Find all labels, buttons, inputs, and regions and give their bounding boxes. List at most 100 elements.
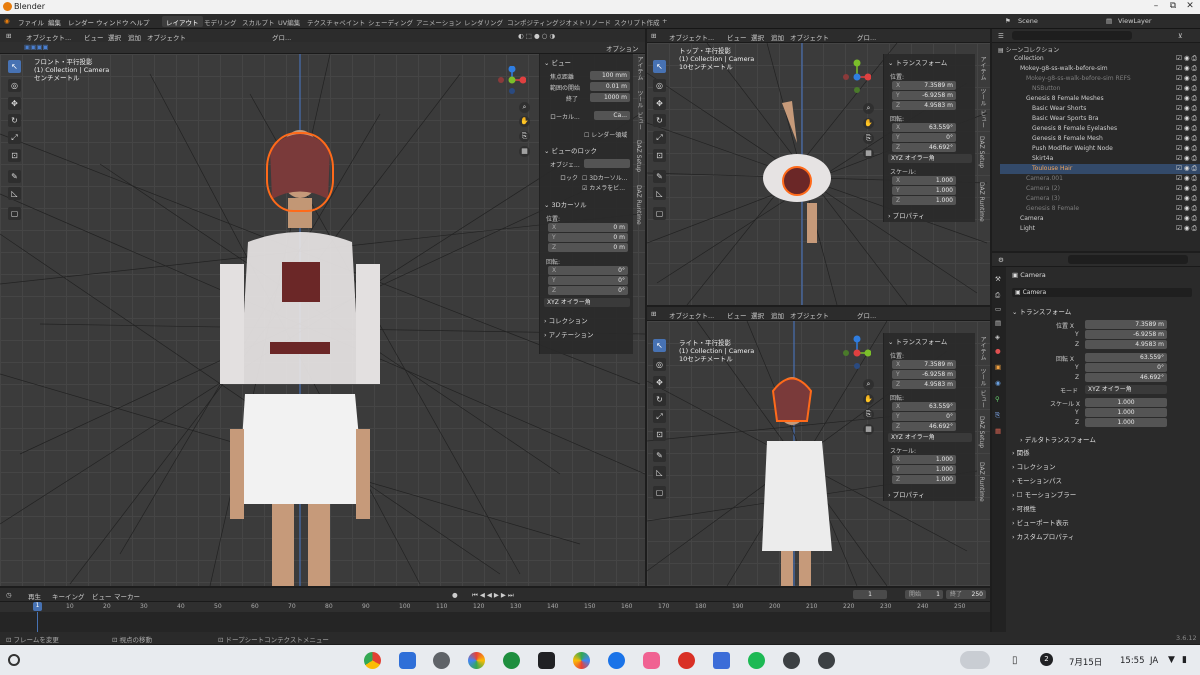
object-tab-icon[interactable]: ▣: [995, 363, 1001, 371]
properties-editor-icon[interactable]: ⚙: [998, 256, 1004, 264]
sidebar-tab-item[interactable]: アイテム: [635, 56, 644, 80]
settings-icon[interactable]: [433, 652, 450, 669]
orientation-selector[interactable]: グロ...: [857, 32, 876, 42]
focal-length-field[interactable]: 100 mm: [590, 71, 630, 80]
wifi-icon[interactable]: ▼: [1168, 655, 1175, 665]
prop-section-viewport-display[interactable]: › ビューポート表示: [1012, 517, 1069, 527]
zoom-icon[interactable]: ⌕: [863, 379, 874, 390]
notification-badge[interactable]: 2: [1040, 653, 1053, 666]
tab-layout[interactable]: レイアウト: [162, 16, 203, 27]
rotate-tool-icon[interactable]: ↻: [653, 393, 666, 406]
sidebar-tab-tool[interactable]: ツール: [635, 90, 644, 108]
cursor-z-field[interactable]: Z0 m: [548, 243, 628, 252]
prop-scale-x[interactable]: 1.000: [1085, 398, 1167, 407]
menu-object[interactable]: オブジェクト: [790, 310, 829, 320]
blender-menu-icon[interactable]: ◉: [4, 17, 10, 25]
transform-tool-icon[interactable]: ⊡: [653, 149, 666, 162]
scale-tool-icon[interactable]: ⤢: [8, 131, 21, 144]
menu-render[interactable]: レンダー: [68, 17, 94, 27]
prop-loc-z[interactable]: 4.9583 m: [1085, 340, 1167, 349]
tab-modeling[interactable]: モデリング: [200, 16, 241, 27]
visibility-toggle-icons[interactable]: ☑ ◉ ⎙: [1176, 214, 1197, 223]
texture-tab-icon[interactable]: ▦: [995, 427, 1001, 435]
cursor-tool-icon[interactable]: ◎: [653, 358, 666, 371]
outliner-row[interactable]: Genesis 8 Female Meshes ☑ ◉ ⎙: [1000, 94, 1200, 104]
menu-window[interactable]: ウィンドウ: [96, 17, 129, 27]
menu-edit[interactable]: 編集: [48, 17, 61, 27]
rot-y-field[interactable]: Y 0°: [892, 412, 956, 421]
prop-section-motion-path[interactable]: › モーションパス: [1012, 475, 1062, 485]
panel-collection-title[interactable]: › コレクション: [544, 315, 588, 325]
cursor-rot-mode-dropdown[interactable]: XYZ オイラー角: [544, 298, 630, 307]
viewport-shading-icons[interactable]: ◐ ⬚ ● ○ ◑: [518, 32, 555, 40]
visibility-toggle-icons[interactable]: ☑ ◉ ⎙: [1176, 164, 1197, 173]
photos-icon[interactable]: [468, 652, 485, 669]
dev-icon[interactable]: [503, 652, 520, 669]
prop-scale-y[interactable]: 1.000: [1085, 408, 1167, 417]
sidebar-tab-view[interactable]: ビュー: [978, 110, 987, 128]
loc-x-field[interactable]: X 7.3589 m: [892, 360, 956, 369]
annotate-tool-icon[interactable]: ✎: [8, 170, 21, 183]
playback-controls[interactable]: ⏮◀◀▶▶⏭: [472, 591, 516, 600]
outliner-row[interactable]: Genesis 8 Female ☑ ◉ ⎙: [1000, 204, 1200, 214]
measure-tool-icon[interactable]: ◺: [653, 466, 666, 479]
visibility-toggle-icons[interactable]: ☑ ◉ ⎙: [1176, 104, 1197, 113]
move-tool-icon[interactable]: ✥: [653, 97, 666, 110]
properties-title[interactable]: › プロパティ: [888, 489, 925, 499]
outliner-row[interactable]: Camera ☑ ◉ ⎙: [1000, 214, 1200, 224]
filter-icon[interactable]: ⊻: [1178, 32, 1183, 40]
orientation-selector[interactable]: グロ...: [272, 32, 291, 42]
sidebar-tab-daz-runtime[interactable]: DAZ Runtime: [978, 182, 985, 222]
prop-rot-y[interactable]: 0°: [1085, 363, 1167, 372]
playhead-marker[interactable]: 1: [33, 602, 42, 611]
menu-keying[interactable]: キーイング: [52, 591, 85, 601]
scale-x-field[interactable]: X 1.000: [892, 176, 956, 185]
transform-title[interactable]: ⌄ トランスフォーム: [888, 336, 947, 346]
linux-icon[interactable]: [783, 652, 800, 669]
render-tab-icon[interactable]: ⎙: [995, 291, 1000, 300]
outliner-row[interactable]: Push Modifier Weight Node ☑ ◉ ⎙: [1000, 144, 1200, 154]
sidebar-tab-daz-setup[interactable]: DAZ Setup: [978, 136, 985, 168]
cursor-rz-field[interactable]: Z 0°: [548, 286, 628, 295]
close-button[interactable]: ✕: [1184, 1, 1196, 12]
camera-view-icon[interactable]: ⎘: [863, 409, 874, 420]
visibility-toggle-icons[interactable]: ☑ ◉ ⎙: [1176, 224, 1197, 233]
add-cube-tool-icon[interactable]: ▢: [8, 207, 21, 220]
outliner-row[interactable]: Light ☑ ◉ ⎙: [1000, 224, 1200, 234]
rot-x-field[interactable]: X 63.559°: [892, 123, 956, 132]
physics-tab-icon[interactable]: ◉: [995, 379, 1001, 387]
lock-3d-cursor-checkbox[interactable]: ☐ 3Dカーソル...: [582, 173, 627, 182]
rot-mode-dropdown[interactable]: XYZ オイラー角: [888, 433, 972, 442]
mode-selector[interactable]: オブジェクト...: [669, 310, 714, 320]
properties-search-input[interactable]: [1068, 255, 1188, 264]
scale-z-field[interactable]: Z 1.000: [892, 475, 956, 484]
pan-hand-icon[interactable]: ✋: [863, 118, 874, 129]
sidebar-tab-daz-runtime[interactable]: DAZ Runtime: [635, 185, 642, 225]
outliner-row[interactable]: Collection ☑ ◉ ⎙: [1000, 54, 1200, 64]
tab-texture-paint[interactable]: テクスチャペイント: [303, 16, 369, 27]
outliner-row[interactable]: Mokey-g8-ss-walk-before-sim ☑ ◉ ⎙: [1000, 64, 1200, 74]
panel-view-title[interactable]: ⌄ ビュー: [544, 57, 571, 67]
rotate-tool-icon[interactable]: ↻: [8, 114, 21, 127]
scene-tab-icon[interactable]: ◈: [995, 333, 1000, 341]
transform-tool-icon[interactable]: ⊡: [653, 428, 666, 441]
scale-y-field[interactable]: Y 1.000: [892, 186, 956, 195]
rot-x-field[interactable]: X 63.559°: [892, 402, 956, 411]
tab-scripting[interactable]: スクリプト作成: [610, 16, 664, 27]
camera-view-icon[interactable]: ⎘: [519, 131, 530, 142]
menu-view[interactable]: ビュー: [92, 591, 112, 601]
navigation-gizmo[interactable]: [843, 333, 871, 375]
scene-selector[interactable]: Scene: [1018, 17, 1038, 25]
linux2-icon[interactable]: [818, 652, 835, 669]
outliner-editor-icon[interactable]: ☰: [998, 32, 1004, 40]
navigation-gizmo[interactable]: [843, 57, 871, 99]
rot-y-field[interactable]: Y 0°: [892, 133, 956, 142]
outliner-row[interactable]: Camera (3) ☑ ◉ ⎙: [1000, 194, 1200, 204]
prop-section-motion-blur[interactable]: › ☐ モーションブラー: [1012, 489, 1076, 499]
app3-icon[interactable]: [678, 652, 695, 669]
menu-object[interactable]: オブジェクト: [147, 32, 186, 42]
outliner-row[interactable]: Mokey-g8-ss-walk-before-sim REFS ☑ ◉ ⎙: [1000, 74, 1200, 84]
visibility-toggle-icons[interactable]: ☑ ◉ ⎙: [1176, 204, 1197, 213]
prop-transform-title[interactable]: ⌄ トランスフォーム: [1012, 306, 1071, 316]
menu-view[interactable]: ビュー: [727, 310, 747, 320]
